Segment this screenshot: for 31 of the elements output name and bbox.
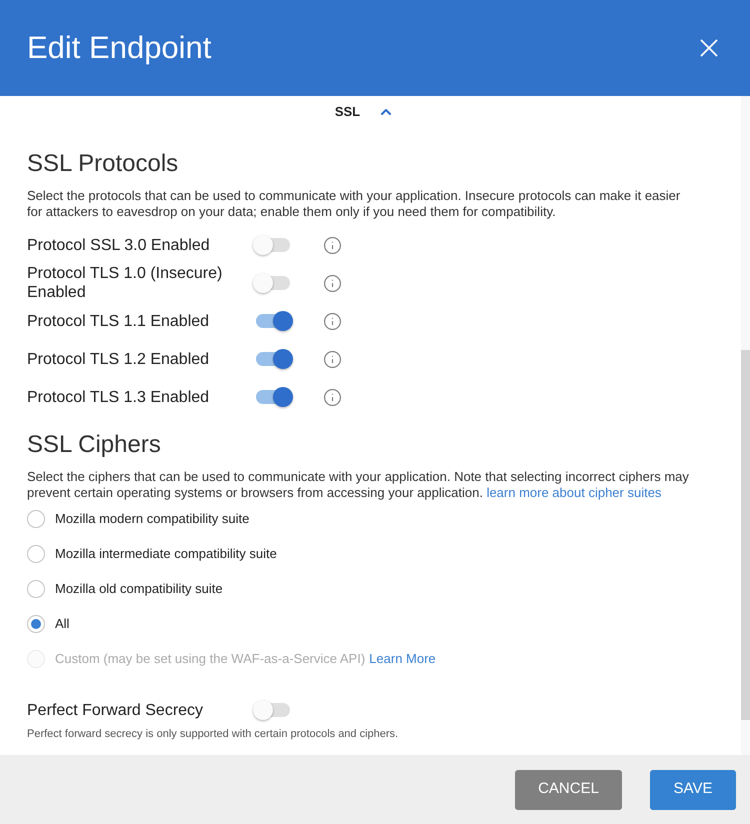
- save-button[interactable]: SAVE: [650, 770, 736, 810]
- radio-button[interactable]: [27, 544, 45, 562]
- option-label: Mozilla intermediate compatibility suite: [55, 546, 277, 562]
- section-heading: SSL Protocols: [27, 150, 180, 178]
- info-icon[interactable]: [323, 312, 342, 330]
- cancel-button[interactable]: CANCEL: [515, 770, 622, 810]
- info-icon[interactable]: [323, 274, 342, 292]
- section-description: Select the protocols that can be used to communicate with your application. Insecure protocols can make it easier for attackers to eavesdrop on your data; enable them only if you need them for compatibility.: [27, 188, 682, 220]
- radio-button[interactable]: [27, 614, 45, 632]
- radio-button[interactable]: [27, 510, 45, 528]
- info-icon[interactable]: [323, 388, 342, 406]
- protocol-label: Protocol TLS 1.3 Enabled: [27, 388, 210, 406]
- protocol-label: Protocol SSL 3.0 Enabled: [27, 236, 211, 254]
- option-label: All: [55, 616, 70, 632]
- section-heading: SSL Ciphers: [27, 431, 162, 459]
- radio-button[interactable]: [27, 580, 45, 598]
- protocol-label: Protocol TLS 1.1 Enabled: [27, 312, 210, 330]
- setting-note: Perfect forward secrecy is only supported with certain protocols and ciphers.: [27, 727, 400, 741]
- dialog-title: Edit Endpoint: [27, 30, 212, 66]
- setting-label: Perfect Forward Secrecy: [27, 700, 204, 720]
- option-label: Mozilla modern compatibility suite: [55, 510, 250, 526]
- option-label: Custom (may be set using the WAF-as-a-Service API): [55, 650, 366, 666]
- protocol-label: Protocol TLS 1.2 Enabled: [27, 350, 210, 368]
- protocol-label: Protocol TLS 1.0 (Insecure) Enabled: [27, 264, 224, 302]
- cipher-suites-link[interactable]: learn more about cipher suites: [486, 485, 662, 500]
- info-icon[interactable]: [323, 350, 342, 368]
- scrollbar-thumb[interactable]: [741, 350, 750, 720]
- option-label: Mozilla old compatibility suite: [55, 580, 223, 596]
- section-description: Select the ciphers that can be used to communicate with your application. Note that selecting incorrect ciphers may prevent certain operating systems or browsers from accessing your application. learn more about cipher suites: [27, 469, 690, 501]
- section-toggle[interactable]: SSL: [334, 102, 394, 122]
- info-icon[interactable]: [323, 236, 342, 254]
